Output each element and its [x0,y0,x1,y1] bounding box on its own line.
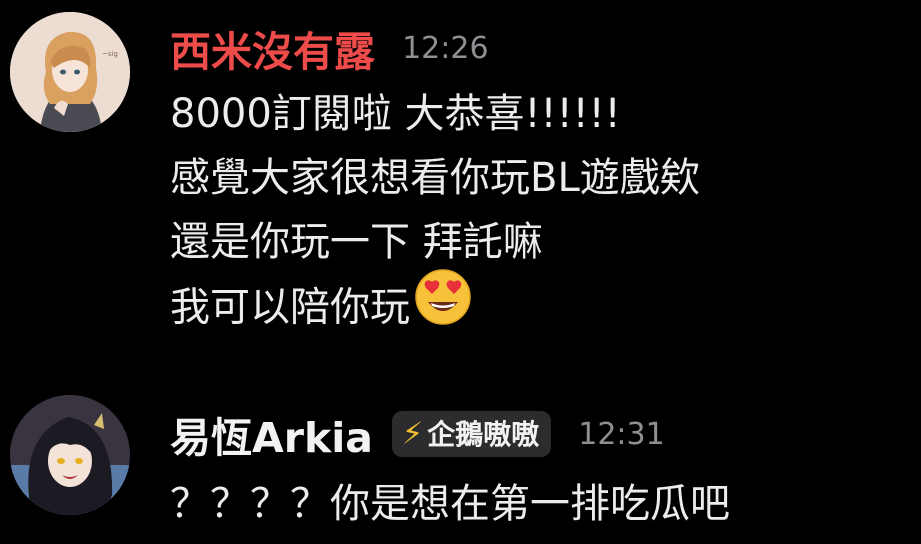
username[interactable]: 易恆Arkia [170,414,373,462]
message-line: ？？？？你是想在第一排吃瓜吧 [170,481,730,527]
message-line-text: 我可以陪你玩 [170,284,410,331]
member-badge[interactable]: ⚡ 企鵝嗷嗷 [392,411,552,457]
chat-message: 易恆Arkia ⚡ 企鵝嗷嗷 12:31 ？？？？你是想在第一排吃瓜吧 [0,380,921,544]
chat-message: ~sig 西米沒有露 12:26 8000訂閱啦 大恭喜!!!!!! 感覺大家很… [0,0,921,360]
heart-eyes-emoji [414,268,472,345]
svg-text:~sig: ~sig [102,50,118,58]
lightning-icon: ⚡ [402,416,424,452]
message-line: 感覺大家很想看你玩BL遊戲欸 [170,155,700,201]
username[interactable]: 西米沒有露 [170,28,375,76]
message-header: 西米沒有露 12:26 [170,18,489,76]
message-body: ？？？？你是想在第一排吃瓜吧 [170,472,730,536]
message-line: 還是你玩一下 拜託嘛 [170,219,543,265]
timestamp: 12:26 [402,30,489,66]
message-line-with-emoji: 我可以陪你玩 [170,269,700,338]
avatar[interactable] [10,395,130,515]
message-body: 8000訂閱啦 大恭喜!!!!!! 感覺大家很想看你玩BL遊戲欸 還是你玩一下 … [170,82,700,338]
message-header: 易恆Arkia ⚡ 企鵝嗷嗷 12:31 [170,404,665,462]
timestamp: 12:31 [578,416,665,452]
avatar[interactable]: ~sig [10,12,130,132]
message-line: 8000訂閱啦 大恭喜!!!!!! [170,91,621,137]
badge-label: 企鵝嗷嗷 [427,417,540,451]
